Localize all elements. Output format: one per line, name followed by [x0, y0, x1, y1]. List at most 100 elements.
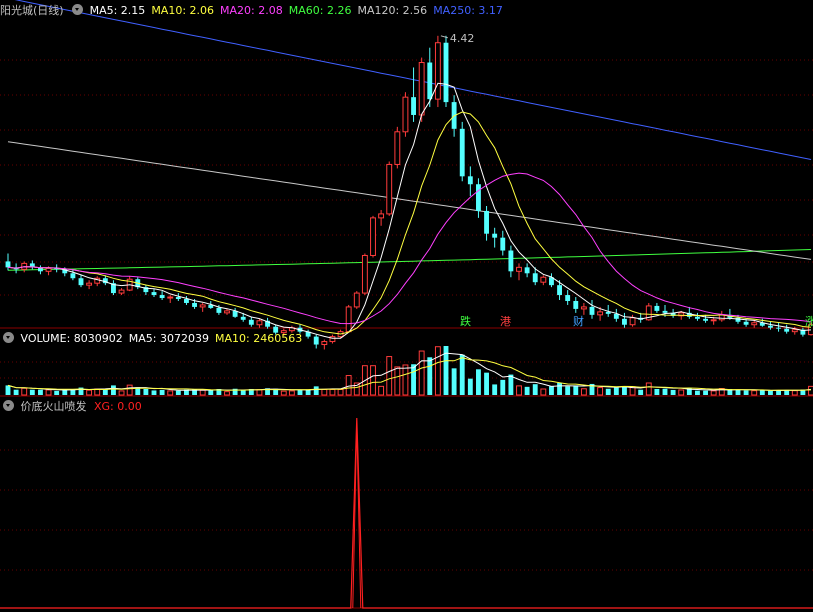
candle-75 [613, 308, 619, 322]
volume-bar-51 [418, 350, 425, 396]
candle-body [508, 250, 514, 272]
high-marker-line [440, 35, 449, 39]
volume-bar-64 [524, 386, 530, 395]
candle-71 [580, 302, 587, 315]
volume-bar-15 [126, 384, 133, 396]
candle-body [791, 329, 798, 333]
candle-84 [686, 306, 692, 319]
candle-body [467, 176, 473, 185]
candle-body [597, 311, 604, 316]
candle-body [710, 319, 717, 322]
candle-45 [370, 215, 376, 258]
candle-body [703, 318, 708, 321]
candle-20 [167, 295, 174, 303]
candle-49 [402, 92, 409, 137]
candle-body [321, 341, 328, 346]
indicator-panel-header: 价底火山喷发 XG: 0.00 [0, 398, 148, 416]
volume-bar-40 [329, 388, 336, 396]
volume-bar-27 [224, 391, 230, 396]
volume-bar-4 [38, 389, 43, 395]
volume-bar-10 [86, 389, 93, 396]
volume-bar-29 [240, 389, 246, 395]
candle-body [86, 282, 93, 286]
ma-line-ma10 [7, 111, 812, 335]
candle-59 [484, 206, 489, 241]
volume-bar-18 [151, 390, 157, 395]
candle-67 [549, 273, 554, 288]
candle-54 [443, 35, 449, 108]
volume-bar-13 [111, 385, 116, 395]
volume-bar-35 [288, 390, 295, 396]
volume-bar-47 [386, 356, 393, 396]
volume-bar-34 [280, 390, 287, 396]
volume-bar-57 [467, 378, 473, 395]
volume-value-2: MA10: 2460563 [214, 332, 303, 345]
volume-bar-93 [759, 390, 765, 395]
ma-value-3: MA60: 2.26 [288, 4, 352, 17]
candle-88 [718, 310, 725, 322]
volume-bar-24 [199, 389, 206, 396]
candle-body [184, 299, 189, 303]
candle-63 [516, 263, 522, 281]
candle-72 [589, 300, 595, 319]
candle-66 [540, 275, 547, 286]
candle-86 [703, 314, 708, 323]
volume-bar-45 [370, 365, 376, 396]
news-tag-2[interactable]: 财 [573, 315, 584, 328]
candle-19 [159, 291, 165, 300]
candle-85 [695, 312, 700, 321]
volume-bar-46 [378, 385, 385, 396]
volume-bar-42 [345, 375, 352, 396]
volume-bar-91 [743, 390, 749, 395]
candle-body [45, 267, 52, 272]
candle-80 [654, 302, 660, 313]
candle-body [199, 304, 206, 308]
candle-body [743, 321, 749, 325]
candle-body [78, 278, 84, 286]
ma-line-ma120 [7, 141, 812, 260]
candle-body [589, 306, 595, 315]
candle-39 [321, 339, 328, 350]
news-tag-1[interactable]: 港 [500, 315, 511, 328]
volume-bar-78 [638, 389, 644, 395]
volume-bar-2 [21, 387, 28, 396]
volume-indicator-values: VOLUME: 8030902 MA5: 3072039 MA10: 2460563 [21, 332, 309, 345]
candle-body [70, 273, 76, 279]
candle-58 [476, 178, 481, 218]
candle-body [175, 297, 181, 300]
volume-bar-39 [321, 388, 328, 396]
candle-69 [565, 290, 571, 305]
candle-body [784, 328, 790, 332]
volume-bar-25 [208, 390, 214, 395]
candle-body [240, 316, 246, 320]
candle-48 [394, 126, 401, 169]
volume-bar-31 [256, 389, 263, 396]
news-tag-3[interactable]: 涨 [805, 315, 813, 328]
dropdown-icon[interactable] [3, 400, 14, 411]
candle-body [492, 233, 498, 238]
volume-bar-48 [394, 366, 401, 396]
volume-bar-62 [508, 374, 514, 395]
candle-body [118, 289, 125, 294]
candlestick-series [5, 35, 813, 350]
candle-96 [784, 324, 790, 334]
candle-76 [622, 312, 627, 328]
volume-bar-86 [703, 390, 708, 395]
candle-18 [151, 289, 157, 298]
candle-body [580, 306, 587, 310]
candle-body [5, 261, 11, 268]
volume-bar-79 [645, 382, 652, 396]
candle-4 [38, 265, 43, 275]
news-tag-0[interactable]: 跌 [460, 315, 471, 328]
volume-value-1: MA5: 3072039 [128, 332, 209, 345]
dropdown-icon[interactable] [72, 4, 84, 15]
dropdown-icon[interactable] [3, 332, 14, 343]
chart-canvas: 4.42 [0, 0, 813, 609]
volume-bar-38 [313, 386, 319, 395]
candle-body [386, 163, 393, 215]
candle-27 [224, 308, 230, 315]
volume-bar-7 [62, 389, 68, 395]
candle-body [151, 292, 157, 296]
long-moving-averages [7, 0, 812, 271]
candle-42 [345, 304, 352, 333]
